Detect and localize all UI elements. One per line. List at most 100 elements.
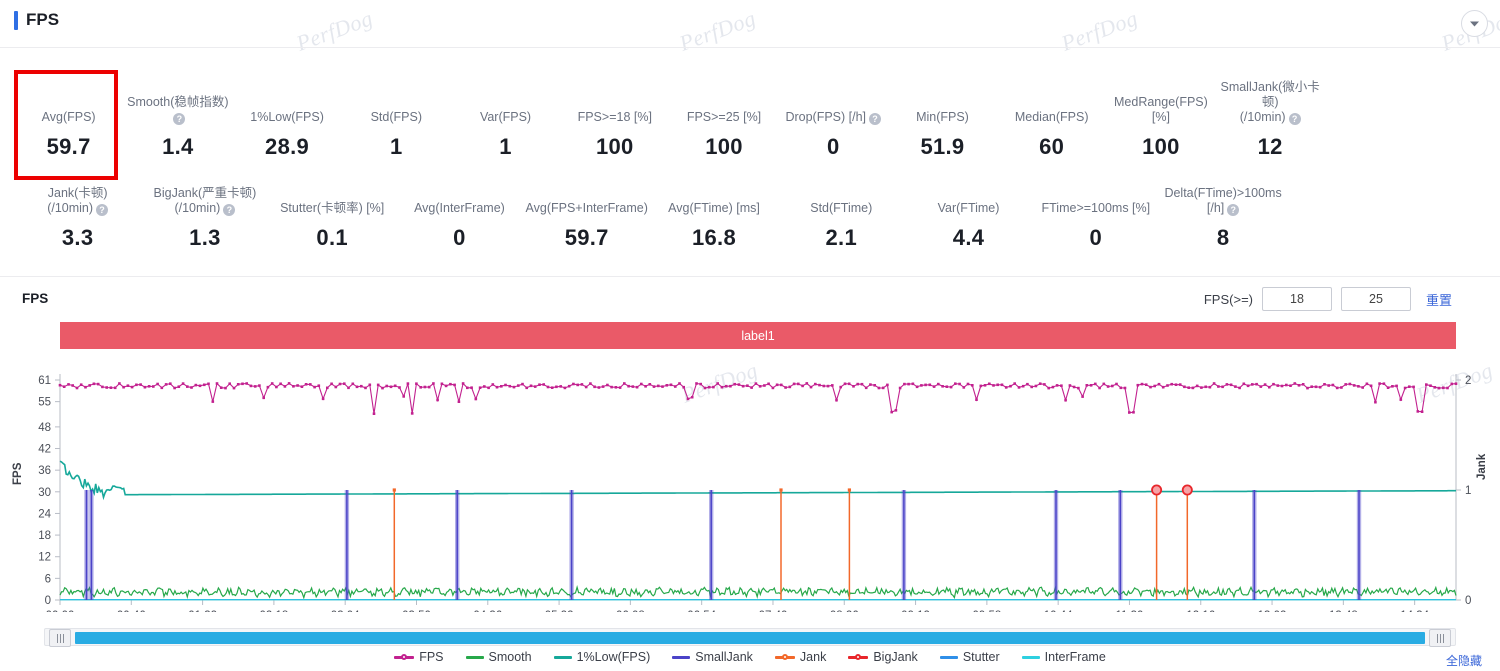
svg-text:0: 0 [45,595,51,607]
metric-cell: Drop(FPS) [/h]? 0 [779,110,888,160]
fps-threshold-input-2[interactable] [1340,287,1411,311]
scrollbar-track[interactable] [75,632,1425,644]
legend-label: 1%Low(FPS) [576,650,651,664]
metric-label: Drop(FPS) [/h]? [781,110,886,125]
help-icon[interactable]: ? [1288,113,1301,125]
metric-value: 0 [453,225,466,250]
page-title: FPS [26,10,60,29]
metric-value: 100 [595,134,634,159]
svg-text:1: 1 [1465,485,1471,497]
svg-text:03:04: 03:04 [331,610,360,612]
metric-cell: 1%Low(FPS) 28.9 [232,110,341,160]
svg-text:00:46: 00:46 [117,610,146,612]
metric-label: 1%Low(FPS) [250,110,324,124]
metric-cell: Var(FPS) 1 [451,110,560,160]
metric-cell: FPS>=25 [%] 100 [669,110,778,160]
legend-item-interframe[interactable]: InterFrame [1021,650,1106,664]
legend-label: Stutter [962,650,1000,664]
collapse-panel-button[interactable] [1461,10,1488,37]
metric-cell: Avg(InterFrame) 0 [396,201,523,251]
svg-text:07:40: 07:40 [759,610,788,612]
legend-item-bigjank[interactable]: BigJank [848,650,918,664]
svg-text:09:58: 09:58 [972,610,1001,612]
y-axis-title: FPS [12,462,24,485]
metric-label: Delta(FTime)>100ms [/h]? [1164,186,1282,216]
scrollbar-handle-right[interactable] [1429,629,1451,647]
fps-report-page: PerfDog PerfDog PerfDog PerfDog PerfDog … [0,0,1500,671]
legend-label: BigJank [873,650,918,664]
svg-text:01:32: 01:32 [188,610,217,612]
metrics-row-2: Jank(卡顿) (/10min)? 3.3 BigJank(严重卡顿) (/10m… [14,186,1414,251]
metric-value: 0 [1089,225,1103,250]
metric-label: Avg(FPS) [41,110,96,124]
scrollbar-handle-left[interactable] [49,629,71,647]
legend-marker-icon [394,654,415,661]
accent-bar [14,10,18,30]
help-icon[interactable]: ? [173,113,186,125]
reset-threshold-link[interactable]: 重置 [1426,290,1452,309]
metric-cell: Avg(FPS+InterFrame) 59.7 [523,201,650,251]
legend-marker-icon [1021,655,1040,659]
metric-label: FTime>=100ms [%] [1041,201,1151,215]
metric-value: 2.1 [825,225,857,250]
metric-cell: Smooth(稳帧指数)? 1.4 [123,95,232,160]
svg-text:08:26: 08:26 [830,610,859,612]
metric-cell-empty [1287,242,1414,251]
metric-label: Smooth(稳帧指数)? [127,95,229,125]
legend-item-smooth[interactable]: Smooth [465,650,532,664]
svg-text:03:50: 03:50 [402,610,431,612]
svg-text:55: 55 [38,397,51,409]
legend-label: SmallJank [695,650,753,664]
metric-label: Std(FPS) [370,110,422,124]
legend-item-jank[interactable]: Jank [774,650,827,664]
legend-item-stutter[interactable]: Stutter [939,650,1000,664]
fps-threshold-controls: FPS(>=) 重置 [1204,287,1452,311]
metric-cell: Avg(FPS) 59.7 [14,110,123,160]
metric-value: 0 [826,134,840,159]
svg-text:06:08: 06:08 [616,610,645,612]
svg-text:48: 48 [38,422,51,434]
help-icon[interactable]: ? [1227,204,1240,216]
metric-label: Avg(FTime) [ms] [668,201,760,215]
timeline-label-band[interactable]: label1 [60,322,1456,349]
legend-item-smalljank[interactable]: SmallJank [672,650,753,664]
legend-item-fps[interactable]: FPS [394,650,444,664]
svg-text:18: 18 [38,530,51,542]
svg-text:13:48: 13:48 [1329,610,1358,612]
svg-text:36: 36 [38,465,51,477]
svg-text:6: 6 [45,573,51,585]
metric-label: Min(FPS) [916,110,969,124]
legend-marker-icon [774,654,795,661]
metric-cell: Var(FTime) 4.4 [905,201,1032,251]
chevron-down-icon [1470,21,1479,26]
legend-label: Jank [799,650,827,664]
svg-text:42: 42 [38,444,51,456]
svg-text:04:36: 04:36 [473,610,502,612]
metric-value: 100 [1142,134,1180,159]
help-icon[interactable]: ? [869,113,882,125]
svg-text:09:12: 09:12 [901,610,930,612]
chart-plot-area[interactable]: 0612182430364248556101200:0000:4601:3202… [0,362,1500,612]
metric-value: 51.9 [920,134,965,159]
metric-cell: Std(FPS) 1 [342,110,451,160]
fps-threshold-label: FPS(>=) [1203,291,1253,307]
metric-label: BigJank(严重卡顿) (/10min)? [153,186,257,216]
svg-text:13:02: 13:02 [1258,610,1287,612]
metric-cell: FTime>=100ms [%] 0 [1032,201,1159,251]
help-icon[interactable]: ? [96,204,109,216]
legend-label: FPS [419,650,444,664]
metric-value: 4.4 [952,225,985,250]
legend-item-1-low-fps[interactable]: 1%Low(FPS) [553,650,651,664]
help-icon[interactable]: ? [223,204,236,216]
metric-cell: Min(FPS) 51.9 [888,110,997,160]
svg-text:0: 0 [1465,595,1471,607]
svg-text:24: 24 [38,508,51,520]
fps-threshold-input-1[interactable] [1261,287,1332,311]
metric-value: 1.3 [189,225,221,250]
hide-all-series-link[interactable]: 全隐藏 [1446,652,1482,669]
metric-label: Stutter(卡顿率) [%] [280,201,385,215]
metric-value: 59.7 [46,134,91,159]
svg-text:61: 61 [38,375,51,387]
page-header: FPS [14,10,59,30]
timeline-scrollbar[interactable] [44,628,1456,647]
